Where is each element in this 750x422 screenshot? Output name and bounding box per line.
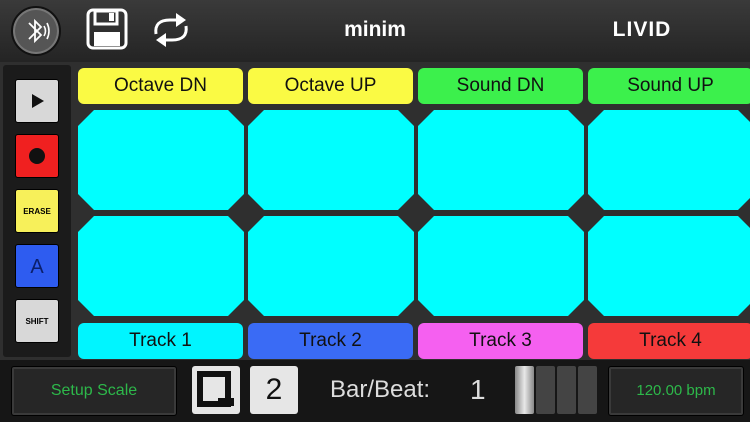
pad-grid: Octave DN Octave UP Sound DN Sound UP Tr…	[75, 65, 750, 360]
pad-2[interactable]	[248, 110, 414, 210]
save-icon[interactable]	[86, 8, 128, 50]
sound-up-button[interactable]: Sound UP	[588, 68, 750, 104]
tempo-display[interactable]: 120.00 bpm	[608, 366, 744, 416]
pad-1[interactable]	[78, 110, 244, 210]
track-3-button[interactable]: Track 3	[418, 323, 583, 359]
pad-3[interactable]	[418, 110, 584, 210]
track-1-button[interactable]: Track 1	[78, 323, 243, 359]
bottom-bar: Setup Scale 2 Bar/Beat: 1 120.00 bpm	[0, 360, 750, 422]
bar-beat-value: 1	[470, 374, 486, 405]
quantize-button[interactable]	[192, 366, 240, 414]
octave-down-button[interactable]: Octave DN	[78, 68, 243, 104]
shift-label: SHIFT	[25, 317, 49, 326]
transport-sidebar: ERASE A SHIFT	[3, 65, 71, 357]
top-bar: minim LIVID	[0, 0, 750, 62]
play-icon	[32, 94, 44, 108]
track-2-button[interactable]: Track 2	[248, 323, 413, 359]
a-label: A	[30, 256, 44, 278]
beat-meter-segment	[578, 366, 597, 414]
beat-meter-segment	[536, 366, 555, 414]
sound-down-button[interactable]: Sound DN	[418, 68, 583, 104]
erase-label: ERASE	[23, 207, 51, 216]
record-icon	[29, 148, 45, 164]
bar-beat-label: Bar/Beat:	[330, 376, 431, 403]
pad-4[interactable]	[588, 110, 750, 210]
bluetooth-icon	[28, 18, 50, 44]
a-button[interactable]: A	[15, 244, 59, 288]
track-4-button[interactable]: Track 4	[588, 323, 750, 359]
beat-meter-segment	[515, 366, 534, 414]
app-title: minim	[344, 18, 406, 41]
sync-icon[interactable]	[148, 12, 194, 48]
quantize-q-icon	[197, 371, 234, 407]
beat-meter-segment	[557, 366, 576, 414]
bluetooth-button[interactable]	[11, 6, 61, 56]
pad-6[interactable]	[248, 216, 414, 316]
octave-up-button[interactable]: Octave UP	[248, 68, 413, 104]
pad-5[interactable]	[78, 216, 244, 316]
quantize-value-button[interactable]: 2	[250, 366, 298, 414]
play-button[interactable]	[15, 79, 59, 123]
erase-button[interactable]: ERASE	[15, 189, 59, 233]
brand-logo: LIVID	[612, 18, 672, 41]
pad-7[interactable]	[418, 216, 584, 316]
pad-8[interactable]	[588, 216, 750, 316]
setup-scale-button[interactable]: Setup Scale	[11, 366, 177, 416]
shift-button[interactable]: SHIFT	[15, 299, 59, 343]
record-button[interactable]	[15, 134, 59, 178]
